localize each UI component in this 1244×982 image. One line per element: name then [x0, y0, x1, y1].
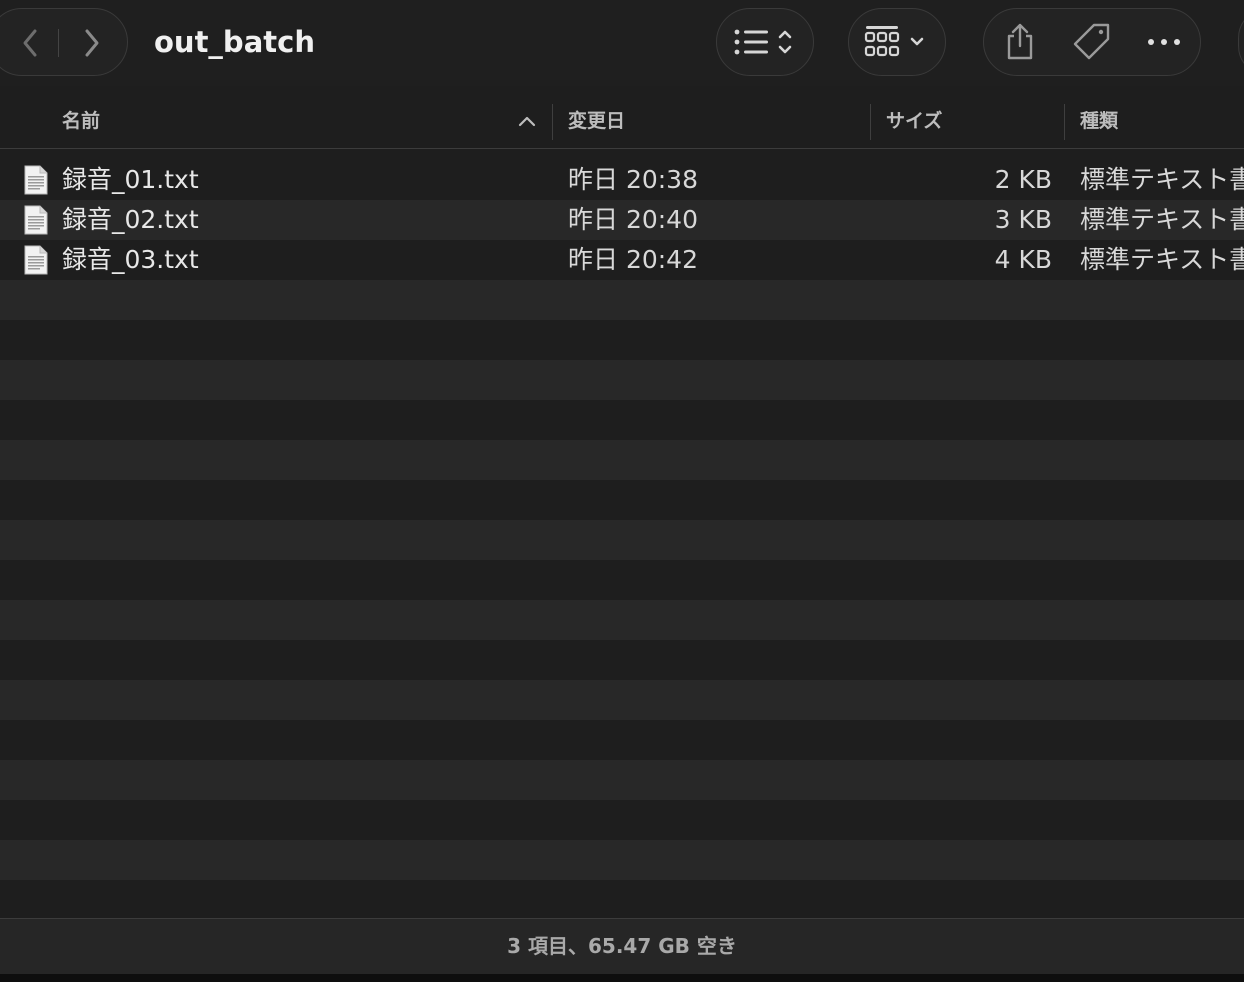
- column-name[interactable]: 名前: [62, 96, 100, 148]
- file-row[interactable]: 録音_01.txt 昨日 20:38 2 KB 標準テキスト書類: [0, 160, 1244, 200]
- tag-icon: [1073, 23, 1110, 60]
- column-separator[interactable]: [1064, 104, 1065, 140]
- window-bottom-edge: [0, 974, 1244, 982]
- ellipsis-icon: [1148, 39, 1180, 45]
- text-document-icon: [24, 245, 48, 275]
- file-name: 録音_01.txt: [62, 165, 199, 194]
- navigation-group: [0, 8, 128, 76]
- empty-row: [0, 280, 1244, 320]
- file-row[interactable]: 録音_03.txt 昨日 20:42 4 KB 標準テキスト書類: [0, 240, 1244, 280]
- back-button[interactable]: [1, 9, 61, 77]
- toolbar-overflow-button[interactable]: [1238, 8, 1244, 76]
- tag-button[interactable]: [1056, 8, 1128, 76]
- empty-row: [0, 520, 1244, 560]
- column-modified[interactable]: 変更日: [568, 96, 625, 148]
- column-header: 名前 変更日 サイズ 種類: [0, 96, 1244, 149]
- sort-ascending-icon[interactable]: [516, 110, 538, 132]
- column-separator[interactable]: [870, 104, 871, 140]
- empty-row: [0, 600, 1244, 640]
- file-name: 録音_02.txt: [62, 205, 199, 234]
- view-mode-button[interactable]: [716, 8, 814, 76]
- chevron-left-icon: [23, 29, 37, 57]
- forward-button[interactable]: [61, 9, 121, 77]
- chevron-right-icon: [85, 29, 99, 57]
- list-view-icon: [734, 29, 792, 55]
- finder-window: out_batch 名前 変更日 サイズ 種類 録音_01.txt 昨日 20:…: [0, 0, 1244, 982]
- group-grid-icon: [864, 26, 924, 57]
- empty-row: [0, 680, 1244, 720]
- empty-row: [0, 440, 1244, 480]
- file-kind: 標準テキスト書類: [1080, 245, 1244, 274]
- file-size: 4 KB: [994, 245, 1052, 274]
- empty-row: [0, 360, 1244, 400]
- column-kind[interactable]: 種類: [1080, 96, 1118, 148]
- group-by-button[interactable]: [848, 8, 946, 76]
- window-title: out_batch: [154, 25, 315, 59]
- file-kind: 標準テキスト書類: [1080, 205, 1244, 234]
- more-button[interactable]: [1128, 8, 1200, 76]
- text-document-icon: [24, 205, 48, 235]
- share-icon: [1007, 23, 1033, 60]
- column-separator[interactable]: [552, 104, 553, 140]
- file-list: 録音_01.txt 昨日 20:38 2 KB 標準テキスト書類 録音_02.t…: [0, 160, 1244, 920]
- file-name: 録音_03.txt: [62, 245, 199, 274]
- empty-row: [0, 840, 1244, 880]
- file-modified: 昨日 20:38: [568, 165, 698, 194]
- share-button[interactable]: [984, 8, 1056, 76]
- file-size: 3 KB: [994, 205, 1052, 234]
- nav-divider: [58, 29, 59, 57]
- file-size: 2 KB: [994, 165, 1052, 194]
- status-bar: 3 項目、65.47 GB 空き: [0, 918, 1244, 975]
- file-modified: 昨日 20:42: [568, 245, 698, 274]
- empty-row: [0, 760, 1244, 800]
- text-document-icon: [24, 165, 48, 195]
- file-kind: 標準テキスト書類: [1080, 165, 1244, 194]
- file-modified: 昨日 20:40: [568, 205, 698, 234]
- column-size[interactable]: サイズ: [886, 96, 942, 148]
- actions-group: [983, 8, 1201, 76]
- file-row[interactable]: 録音_02.txt 昨日 20:40 3 KB 標準テキスト書類: [0, 200, 1244, 240]
- toolbar: out_batch: [0, 0, 1244, 86]
